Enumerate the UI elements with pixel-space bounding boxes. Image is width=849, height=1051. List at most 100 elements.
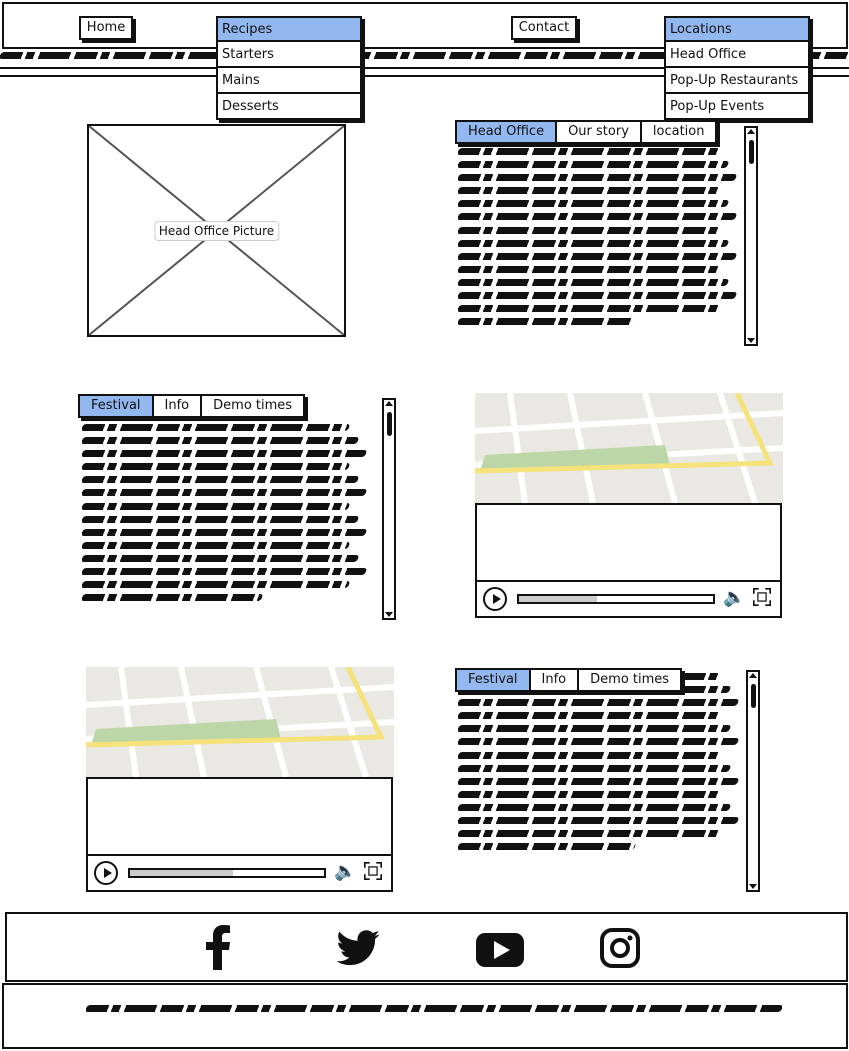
- scribble-line: [458, 265, 721, 273]
- festival-top-scrollbar[interactable]: [382, 398, 396, 620]
- scribble-line: [458, 161, 730, 169]
- scroll-thumb[interactable]: [387, 412, 392, 436]
- footer-scribble-text: [86, 1005, 782, 1014]
- map-top[interactable]: [475, 393, 783, 503]
- scribble-line: [458, 843, 637, 851]
- play-icon[interactable]: [94, 861, 118, 885]
- volume-icon[interactable]: 🔈: [334, 862, 356, 882]
- festival-bottom-text: [458, 673, 744, 859]
- scroll-thumb[interactable]: [749, 140, 754, 164]
- map-bottom[interactable]: [86, 667, 394, 777]
- scribble-line: [458, 712, 723, 720]
- scroll-thumb[interactable]: [751, 684, 756, 708]
- scribble-line: [82, 581, 351, 589]
- locations-dropdown: Locations Head Office Pop-Up Restaurants…: [664, 16, 810, 120]
- scroll-up-arrow-icon[interactable]: [749, 673, 757, 678]
- facebook-icon[interactable]: [203, 924, 233, 970]
- scribble-line: [82, 463, 351, 471]
- head-office-tabs: Head Office Our story location: [455, 120, 718, 144]
- scribble-line: [458, 738, 740, 746]
- tab-our-story[interactable]: Our story: [557, 122, 642, 142]
- scroll-up-arrow-icon[interactable]: [385, 401, 393, 406]
- youtube-icon[interactable]: [475, 932, 525, 968]
- map-top-graphic: [475, 393, 783, 503]
- volume-icon[interactable]: 🔈: [723, 588, 745, 608]
- play-icon[interactable]: [483, 587, 507, 611]
- video-player-top[interactable]: 🔈: [475, 503, 782, 618]
- tab-festival[interactable]: Festival: [457, 670, 531, 690]
- scribble-line: [458, 764, 731, 772]
- scribble-line: [82, 541, 351, 549]
- video-controls: 🔈: [477, 580, 780, 616]
- contact-button[interactable]: Contact: [511, 16, 577, 40]
- scroll-down-arrow-icon[interactable]: [747, 338, 755, 343]
- tab-demo-times[interactable]: Demo times: [202, 396, 303, 416]
- scribble-line: [82, 515, 359, 523]
- scribble-line: [458, 790, 723, 798]
- festival-bottom-tabs: Festival Info Demo times: [455, 668, 683, 692]
- scribble-line: [82, 450, 368, 458]
- tab-location[interactable]: location: [642, 122, 716, 142]
- footer: [2, 983, 848, 1049]
- video-progress-fill: [519, 596, 597, 602]
- tab-info[interactable]: Info: [154, 396, 203, 416]
- tab-festival[interactable]: Festival: [80, 396, 154, 416]
- scroll-down-arrow-icon[interactable]: [749, 884, 757, 889]
- scribble-line: [82, 489, 368, 497]
- scribble-line: [82, 554, 359, 562]
- home-button[interactable]: Home: [79, 16, 133, 40]
- twitter-icon[interactable]: [336, 930, 380, 966]
- locations-item-pop-up-restaurants[interactable]: Pop-Up Restaurants: [664, 68, 810, 94]
- tab-head-office[interactable]: Head Office: [457, 122, 558, 142]
- scroll-down-arrow-icon[interactable]: [385, 612, 393, 617]
- video-player-bottom[interactable]: 🔈: [86, 777, 393, 892]
- scribble-line: [458, 187, 721, 195]
- scribble-line: [458, 226, 721, 234]
- video-progress[interactable]: [517, 594, 715, 604]
- social-bar: [5, 912, 848, 982]
- video-progress[interactable]: [128, 868, 326, 878]
- scribble-line: [458, 174, 738, 182]
- recipes-item-starters[interactable]: Starters: [216, 42, 362, 68]
- scribble-line: [458, 725, 731, 733]
- scribble-line: [82, 476, 359, 484]
- scribble-line: [82, 437, 359, 445]
- festival-top-tabs: Festival Info Demo times: [78, 394, 306, 418]
- tab-demo-times[interactable]: Demo times: [579, 670, 680, 690]
- scribble-line: [458, 830, 723, 838]
- head-office-image-label: Head Office Picture: [153, 220, 280, 241]
- head-office-scrollbar[interactable]: [744, 126, 758, 346]
- scribble-line: [82, 528, 368, 536]
- tab-info[interactable]: Info: [531, 670, 580, 690]
- recipes-item-desserts[interactable]: Desserts: [216, 94, 362, 120]
- scroll-up-arrow-icon[interactable]: [747, 129, 755, 134]
- scribble-line: [458, 699, 740, 707]
- video-progress-fill: [130, 870, 233, 876]
- scribble-line: [82, 424, 351, 431]
- scribble-line: [458, 803, 731, 811]
- recipes-menu-button[interactable]: Recipes: [216, 16, 362, 42]
- instagram-icon[interactable]: [599, 927, 641, 969]
- scribble-line: [458, 213, 738, 221]
- scribble-line: [458, 252, 738, 260]
- scribble-line: [82, 594, 264, 602]
- scribble-line: [458, 318, 636, 326]
- fullscreen-icon[interactable]: [753, 588, 771, 606]
- scribble-line: [458, 751, 723, 759]
- festival-top-text: [82, 424, 372, 610]
- locations-item-head-office[interactable]: Head Office: [664, 42, 810, 68]
- recipes-item-mains[interactable]: Mains: [216, 68, 362, 94]
- scribble-line: [458, 777, 740, 785]
- locations-item-pop-up-events[interactable]: Pop-Up Events: [664, 94, 810, 120]
- festival-bottom-scrollbar[interactable]: [746, 670, 760, 892]
- scribble-line: [458, 239, 730, 247]
- nav-ellipsis: ...: [414, 59, 425, 72]
- scribble-line: [458, 200, 730, 208]
- locations-menu-button[interactable]: Locations: [664, 16, 810, 42]
- scribble-line: [82, 502, 351, 510]
- head-office-image: Head Office Picture: [87, 124, 346, 337]
- scribble-line: [458, 305, 721, 313]
- scribble-line: [458, 817, 740, 825]
- map-bottom-graphic: [86, 667, 394, 777]
- fullscreen-icon[interactable]: [364, 862, 382, 880]
